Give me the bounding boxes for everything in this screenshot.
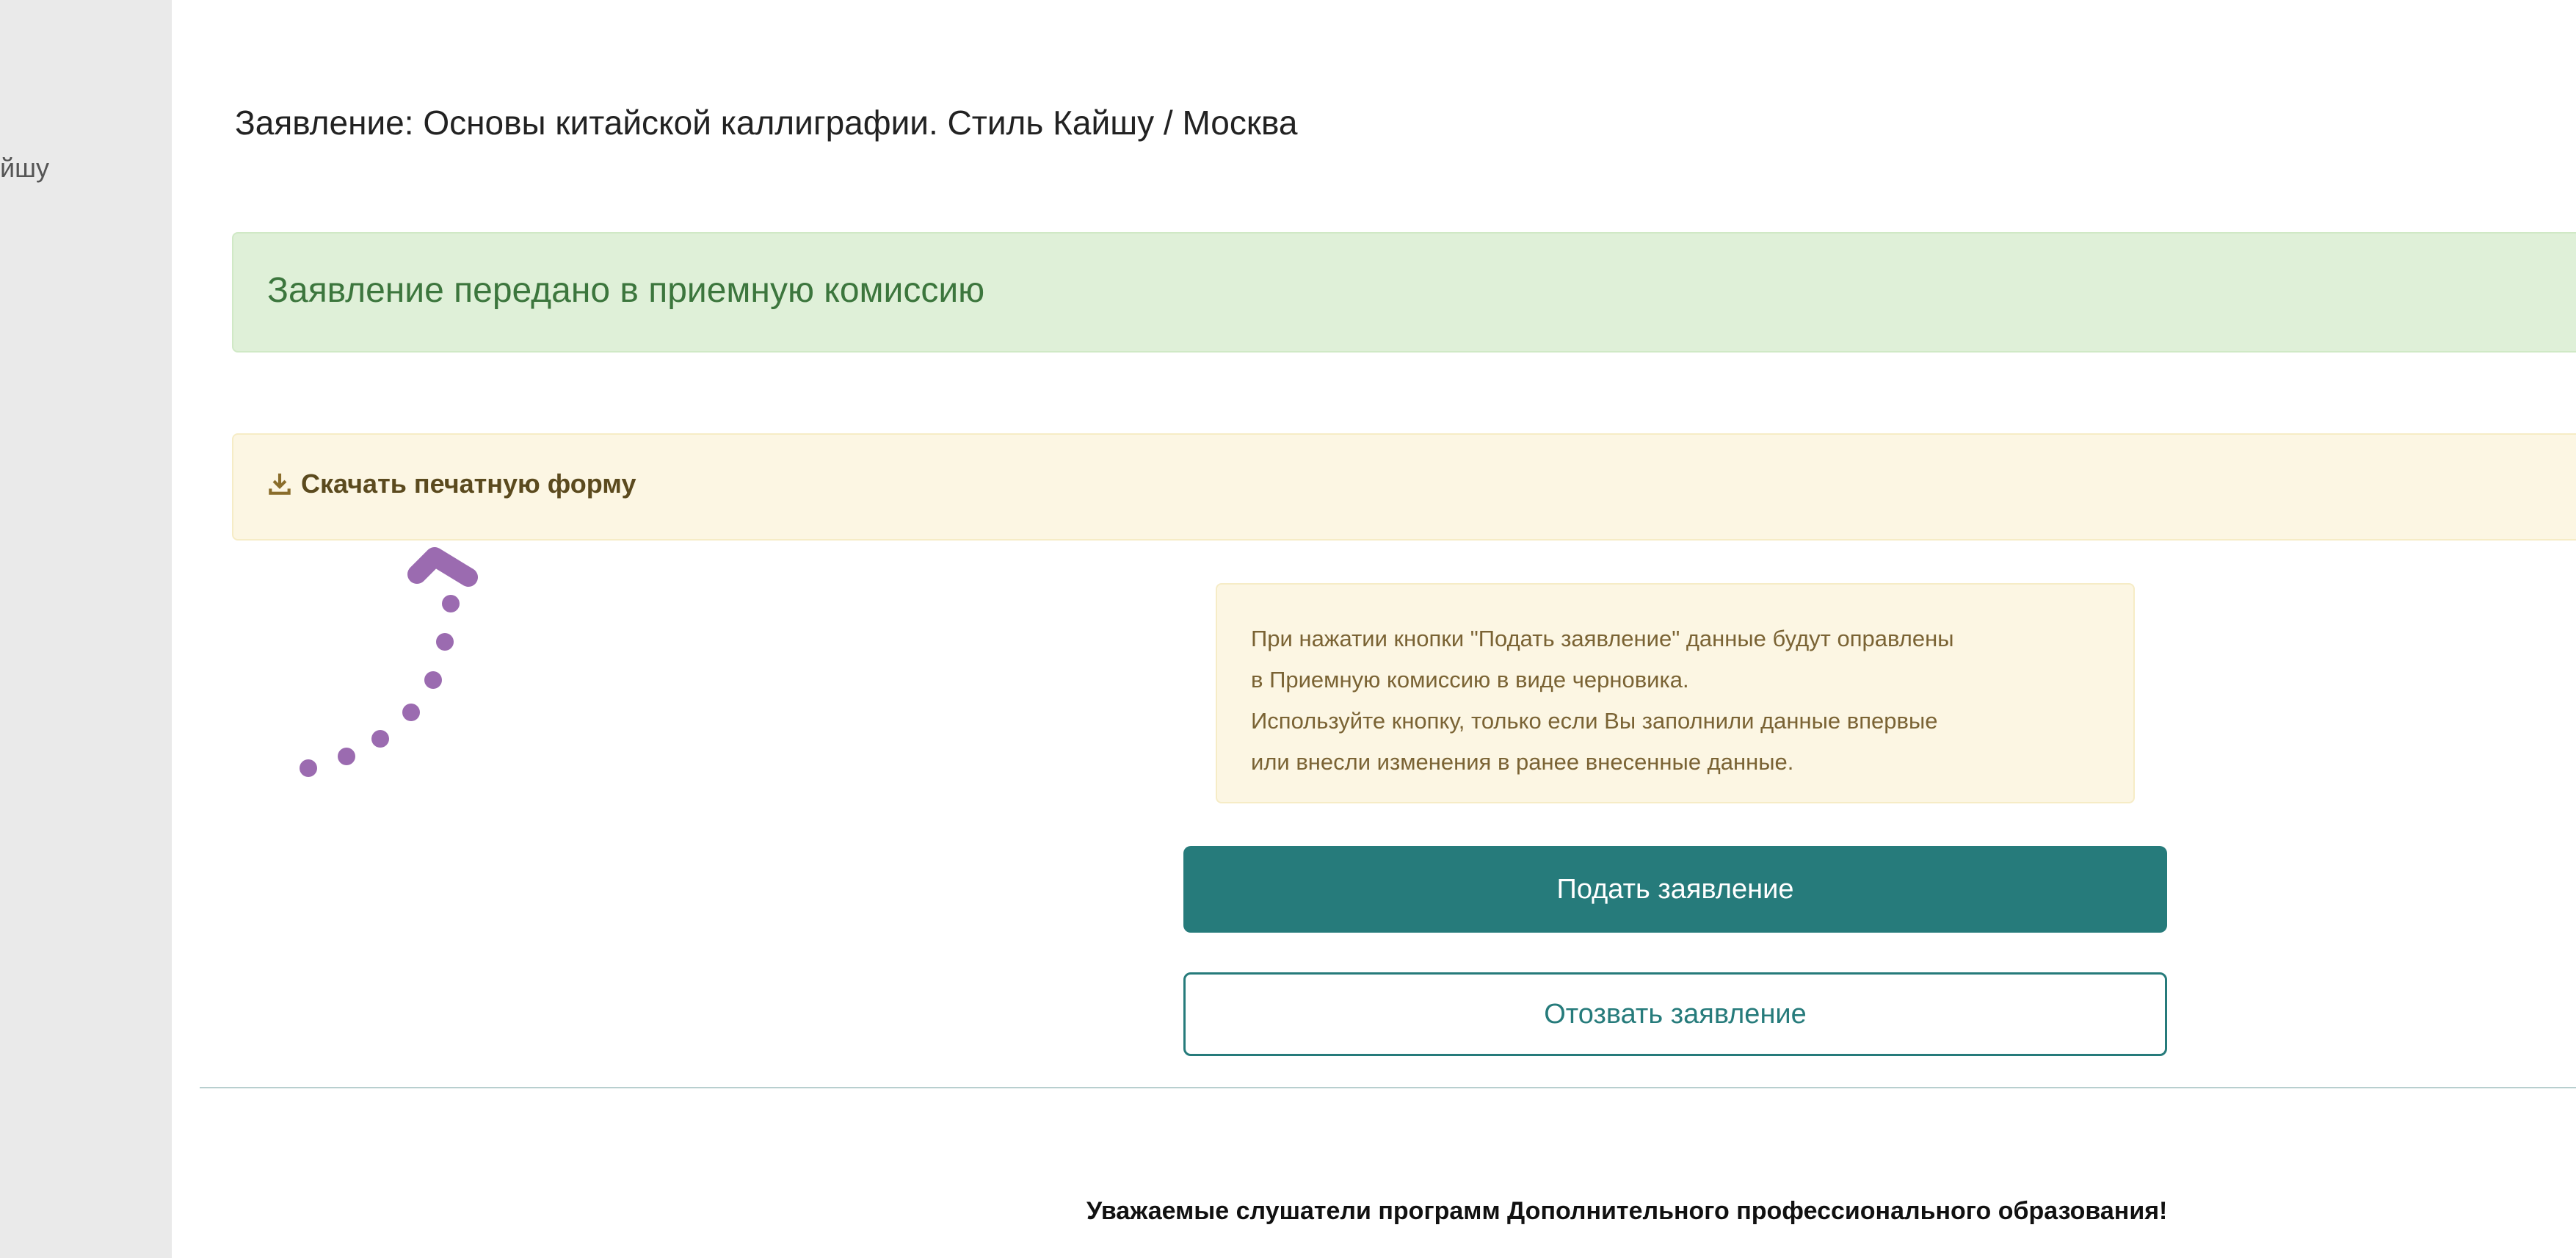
sidebar-item-label[interactable]: йшу <box>0 153 49 184</box>
status-alert: Заявление передано в приемную комиссию <box>232 232 2576 353</box>
info-note-line: или внесли изменения в ранее внесенные д… <box>1251 749 1794 775</box>
download-icon <box>269 473 291 495</box>
info-note-line: Используйте кнопку, только если Вы запол… <box>1251 708 1938 734</box>
info-note-line: При нажатии кнопки "Подать заявление" да… <box>1251 626 1954 651</box>
footer-notice: Уважаемые слушатели программ Дополнитель… <box>1086 1197 2168 1225</box>
info-note-line: в Приемную комиссию в виде черновика. <box>1251 667 1689 693</box>
withdraw-application-button[interactable]: Отозвать заявление <box>1183 972 2167 1056</box>
sidebar: йшу <box>0 0 172 1258</box>
page-title: Заявление: Основы китайской каллиграфии.… <box>235 104 1298 142</box>
status-alert-text: Заявление передано в приемную комиссию <box>267 271 985 310</box>
submit-application-button[interactable]: Подать заявление <box>1183 846 2167 933</box>
download-panel: Скачать печатную форму <box>232 433 2576 541</box>
download-link-label: Скачать печатную форму <box>301 469 636 499</box>
download-print-form-link[interactable]: Скачать печатную форму <box>266 469 636 499</box>
divider <box>200 1087 2576 1088</box>
info-note: При нажатии кнопки "Подать заявление" да… <box>1216 583 2135 803</box>
dotted-arrow-icon <box>300 547 478 777</box>
